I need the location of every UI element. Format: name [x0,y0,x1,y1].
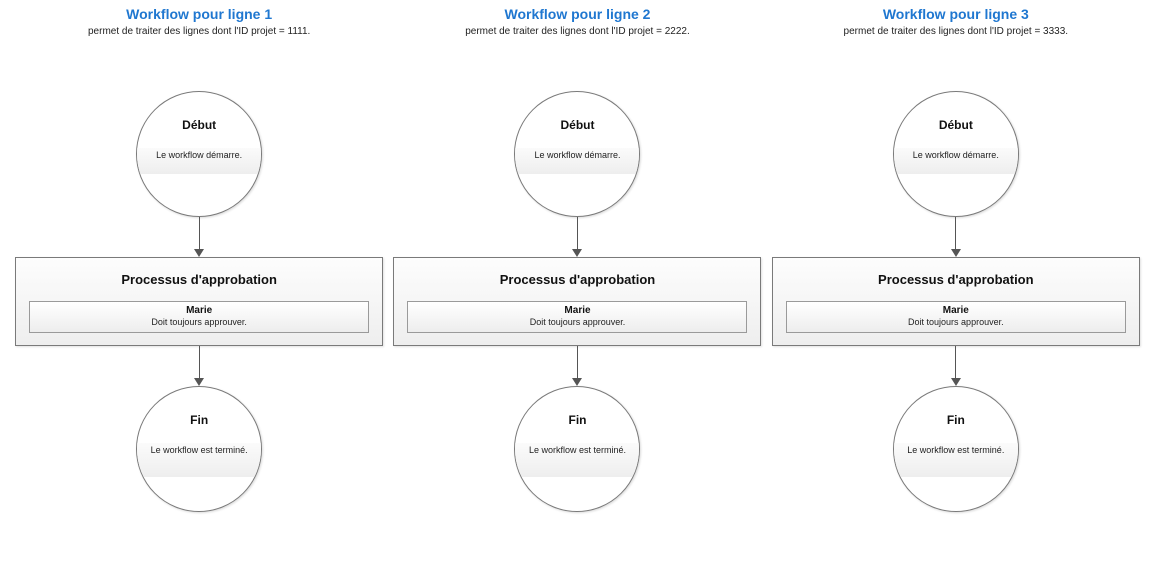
start-node: Début Le workflow démarre. [136,91,262,217]
arrow-down-icon [567,217,587,257]
approval-process-node: Processus d'approbation Marie Doit toujo… [393,257,761,346]
arrow-down-icon [946,346,966,386]
process-title: Processus d'approbation [500,272,656,287]
approver-name: Marie [30,305,368,317]
workflow-column-2: Workflow pour ligne 2 permet de traiter … [388,0,766,512]
approval-process-node: Processus d'approbation Marie Doit toujo… [772,257,1140,346]
end-node: Fin Le workflow est terminé. [893,386,1019,512]
workflow-column-3: Workflow pour ligne 3 permet de traiter … [767,0,1145,512]
workflow-column-1: Workflow pour ligne 1 permet de traiter … [10,0,388,512]
arrow-down-icon [946,217,966,257]
start-node-title: Début [560,118,594,132]
end-node-desc: Le workflow est terminé. [515,443,639,477]
workflow-title: Workflow pour ligne 2 [505,6,651,22]
process-title: Processus d'approbation [121,272,277,287]
workflow-subtitle: permet de traiter des lignes dont l'ID p… [88,26,310,37]
workflow-subtitle: permet de traiter des lignes dont l'ID p… [844,26,1069,37]
approver-box: Marie Doit toujours approuver. [786,301,1126,333]
arrow-down-icon [189,346,209,386]
end-node-title: Fin [190,413,208,427]
end-node: Fin Le workflow est terminé. [136,386,262,512]
approver-name: Marie [787,305,1125,317]
arrow-down-icon [567,346,587,386]
approver-box: Marie Doit toujours approuver. [407,301,747,333]
end-node-title: Fin [947,413,965,427]
approver-desc: Doit toujours approuver. [787,317,1125,328]
start-node-desc: Le workflow démarre. [515,148,639,174]
start-node-title: Début [939,118,973,132]
end-node: Fin Le workflow est terminé. [514,386,640,512]
start-node: Début Le workflow démarre. [514,91,640,217]
start-node-desc: Le workflow démarre. [894,148,1018,174]
workflow-title: Workflow pour ligne 1 [126,6,272,22]
approver-desc: Doit toujours approuver. [408,317,746,328]
approver-name: Marie [408,305,746,317]
arrow-down-icon [189,217,209,257]
approver-desc: Doit toujours approuver. [30,317,368,328]
end-node-title: Fin [568,413,586,427]
workflow-title: Workflow pour ligne 3 [883,6,1029,22]
start-node: Début Le workflow démarre. [893,91,1019,217]
workflow-subtitle: permet de traiter des lignes dont l'ID p… [465,26,690,37]
approver-box: Marie Doit toujours approuver. [29,301,369,333]
process-title: Processus d'approbation [878,272,1034,287]
start-node-title: Début [182,118,216,132]
approval-process-node: Processus d'approbation Marie Doit toujo… [15,257,383,346]
workflow-columns: Workflow pour ligne 1 permet de traiter … [0,0,1155,512]
start-node-desc: Le workflow démarre. [137,148,261,174]
end-node-desc: Le workflow est terminé. [894,443,1018,477]
end-node-desc: Le workflow est terminé. [137,443,261,477]
